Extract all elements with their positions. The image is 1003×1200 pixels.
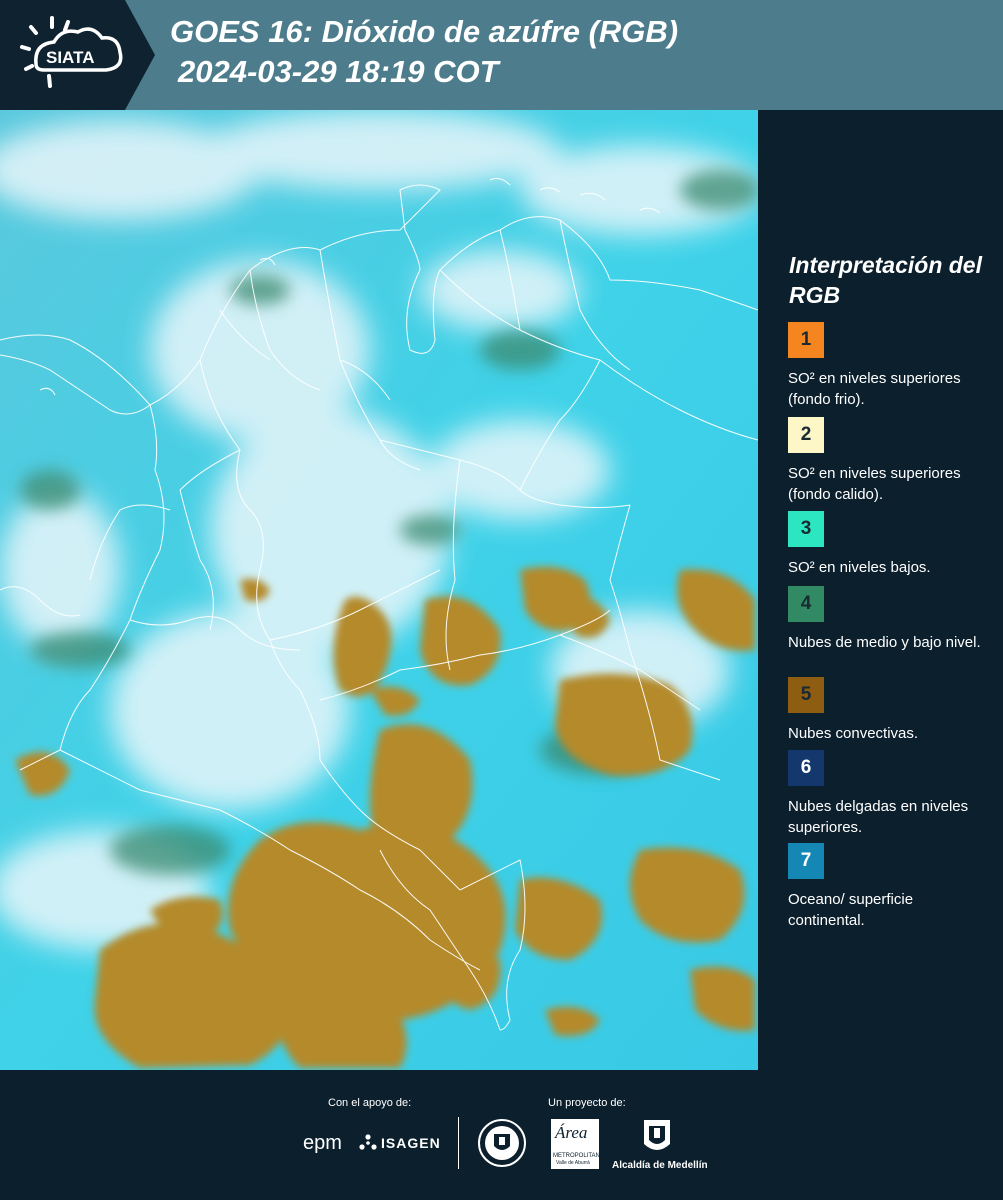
legend-number-1: 1	[800, 329, 812, 350]
legend-panel: Interpretación del RGB 1 SO² en niveles …	[758, 110, 1003, 1070]
alcaldia-shield-icon	[644, 1120, 670, 1150]
legend-label-1: SO² en niveles superiores (fondo frio).	[788, 370, 961, 408]
legend-number-5: 5	[800, 684, 812, 705]
legend-swatch-2: 2	[788, 417, 824, 453]
satellite-map-svg	[0, 110, 758, 1070]
siata-logo-text: SIATA	[46, 48, 94, 67]
legend-item-6: 6 Nubes delgadas en niveles superiores.	[788, 750, 993, 838]
footer-divider	[458, 1117, 459, 1169]
legend-swatch-7: 7	[788, 843, 824, 879]
legend-swatch-1: 1	[788, 322, 824, 358]
legend-number-2: 2	[800, 424, 812, 445]
legend-label-2: SO² en niveles superiores (fondo calido)…	[788, 465, 961, 503]
legend-item-2: 2 SO² en niveles superiores (fondo calid…	[788, 417, 993, 505]
support-label: Con el apoyo de:	[328, 1097, 412, 1109]
legend-number-3: 3	[800, 518, 812, 539]
legend-title: Interpretación del RGB	[789, 252, 982, 308]
legend-item-7: 7 Oceano/ superficie continental.	[788, 843, 993, 931]
siata-logo-icon: SIATA	[20, 16, 123, 88]
legend-label-7: Oceano/ superficie continental.	[788, 891, 914, 929]
area-metropolitana-sub: METROPOLITANA	[553, 1153, 604, 1159]
isagen-logo-icon	[359, 1134, 377, 1150]
legend-number-7: 7	[800, 850, 812, 871]
epm-logo: epm	[303, 1132, 342, 1154]
title-timestamp: 2024-03-29 18:19 COT	[178, 54, 499, 89]
legend-label-4: Nubes de medio y bajo nivel.	[788, 634, 981, 651]
legend-swatch-6: 6	[788, 750, 824, 786]
legend-item-3: 3 SO² en niveles bajos.	[788, 511, 993, 578]
legend-label-3: SO² en niveles bajos.	[788, 559, 931, 576]
legend-label-5: Nubes convectivas.	[788, 725, 919, 742]
isagen-logo: ISAGEN	[381, 1135, 441, 1151]
area-metropolitana-sub2: Valle de Aburrá	[556, 1160, 590, 1166]
legend-swatch-3: 3	[788, 511, 824, 547]
footer: Con el apoyo de: Un proyecto de: epm ISA…	[0, 1070, 1003, 1200]
legend-label-6: Nubes delgadas en niveles superiores.	[788, 798, 969, 836]
legend-swatch-5: 5	[788, 677, 824, 713]
legend-item-1: 1 SO² en niveles superiores (fondo frio)…	[788, 322, 993, 410]
header: SIATA GOES 16: Dióxido de azúfre (RGB) 2…	[0, 0, 1003, 110]
legend-number-4: 4	[800, 593, 812, 614]
legend-item-5: 5 Nubes convectivas.	[788, 677, 993, 744]
project-label: Un proyecto de:	[548, 1097, 626, 1109]
alcaldia-logo: Alcaldía de Medellín	[612, 1160, 708, 1171]
area-metropolitana-logo: Área	[555, 1123, 588, 1142]
legend-swatch-4: 4	[788, 586, 824, 622]
satellite-map[interactable]	[0, 110, 758, 1070]
medellin-seal-icon	[478, 1119, 526, 1167]
legend-number-6: 6	[800, 757, 812, 778]
legend-item-4: 4 Nubes de medio y bajo nivel.	[788, 586, 993, 653]
title-product: GOES 16: Dióxido de azúfre (RGB)	[170, 14, 679, 49]
